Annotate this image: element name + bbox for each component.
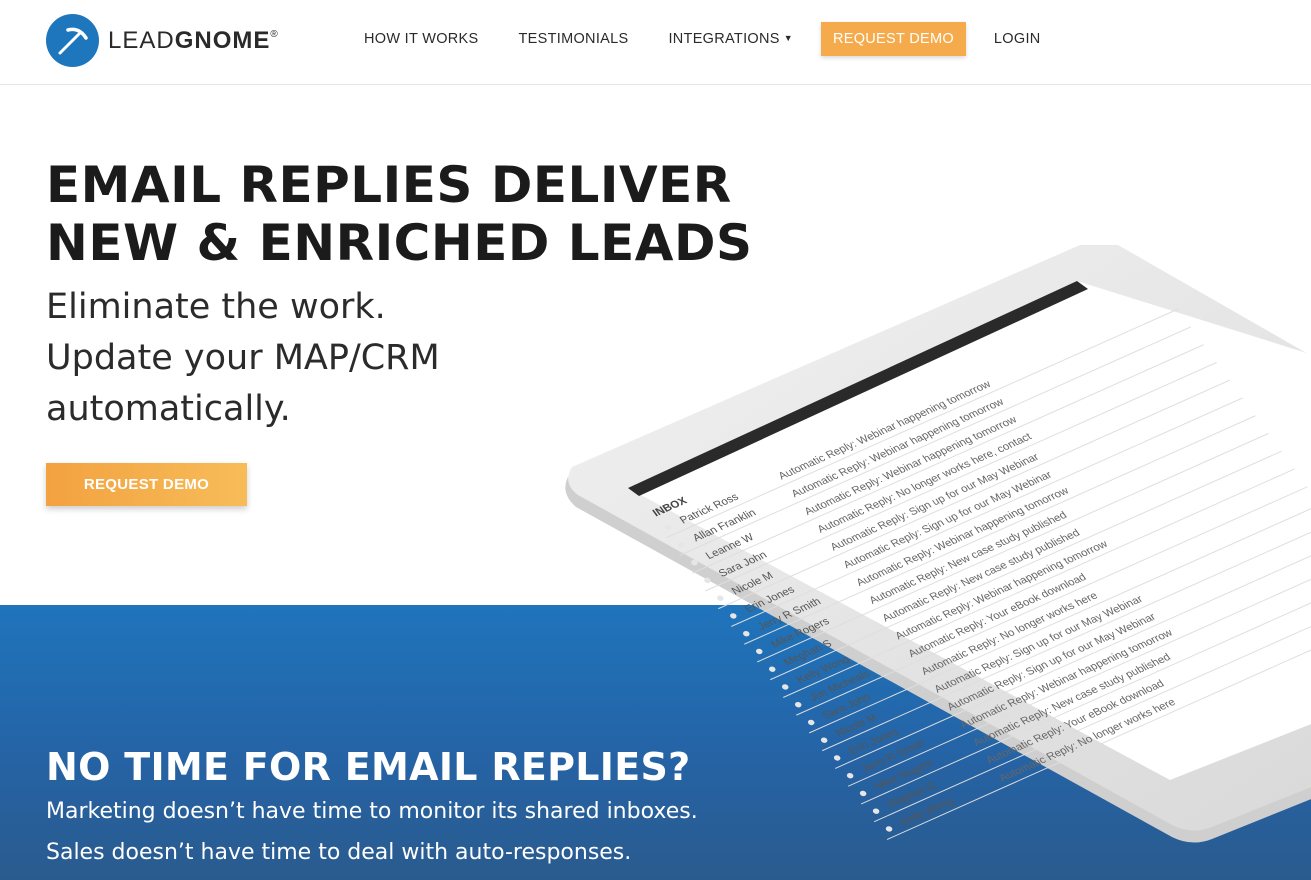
unread-dot-icon bbox=[743, 630, 750, 637]
nav-integrations[interactable]: INTEGRATIONS ▼ bbox=[648, 22, 813, 56]
unread-dot-icon bbox=[846, 772, 854, 779]
nav-login[interactable]: LOGIN bbox=[974, 22, 1061, 56]
band-line-sales: Sales doesn’t have time to deal with aut… bbox=[46, 840, 632, 865]
hero-subtitle-line-3: automatically. bbox=[46, 389, 291, 429]
nav-testimonials[interactable]: TESTIMONIALS bbox=[499, 22, 649, 56]
unread-dot-icon bbox=[768, 666, 776, 672]
hero-subtitle: Eliminate the work. Update your MAP/CRM … bbox=[46, 282, 606, 435]
unread-dot-icon bbox=[859, 790, 867, 797]
unread-dot-icon bbox=[833, 755, 841, 761]
brand-wordmark: LEADGNOME® bbox=[108, 27, 279, 55]
unread-dot-icon bbox=[756, 648, 763, 655]
nav-integrations-label: INTEGRATIONS bbox=[668, 31, 780, 47]
unread-dot-icon bbox=[820, 737, 828, 743]
hero-subtitle-line-1: Eliminate the work. bbox=[46, 287, 386, 327]
tablet-illustration: INBOXPatrick RossAutomatic Reply: Webina… bbox=[565, 245, 1311, 843]
unread-dot-icon bbox=[717, 595, 724, 601]
main-nav: HOW IT WORKS TESTIMONIALS INTEGRATIONS ▼ … bbox=[344, 22, 1061, 56]
site-header: LEADGNOME® HOW IT WORKS TESTIMONIALS INT… bbox=[0, 0, 1311, 85]
unread-dot-icon bbox=[807, 719, 815, 726]
registered-mark: ® bbox=[270, 28, 279, 40]
unread-dot-icon bbox=[885, 826, 893, 832]
unread-dot-icon bbox=[872, 808, 880, 814]
brand-name-bold: GNOME bbox=[174, 26, 271, 54]
caret-down-icon: ▼ bbox=[783, 33, 793, 43]
unread-dot-icon bbox=[730, 613, 737, 619]
pickaxe-logo-icon bbox=[46, 14, 99, 67]
brand-logo[interactable]: LEADGNOME® bbox=[46, 14, 279, 67]
brand-name-light: LEAD bbox=[108, 26, 175, 54]
hero-request-demo-button[interactable]: REQUEST DEMO bbox=[46, 463, 247, 506]
hero-subtitle-line-2: Update your MAP/CRM bbox=[46, 338, 440, 378]
unread-dot-icon bbox=[794, 701, 802, 708]
nav-how-it-works[interactable]: HOW IT WORKS bbox=[344, 22, 499, 56]
nav-request-demo-button[interactable]: REQUEST DEMO bbox=[820, 22, 966, 56]
hero-title-line-1: EMAIL REPLIES DELIVER bbox=[46, 156, 732, 214]
unread-dot-icon bbox=[781, 684, 789, 690]
